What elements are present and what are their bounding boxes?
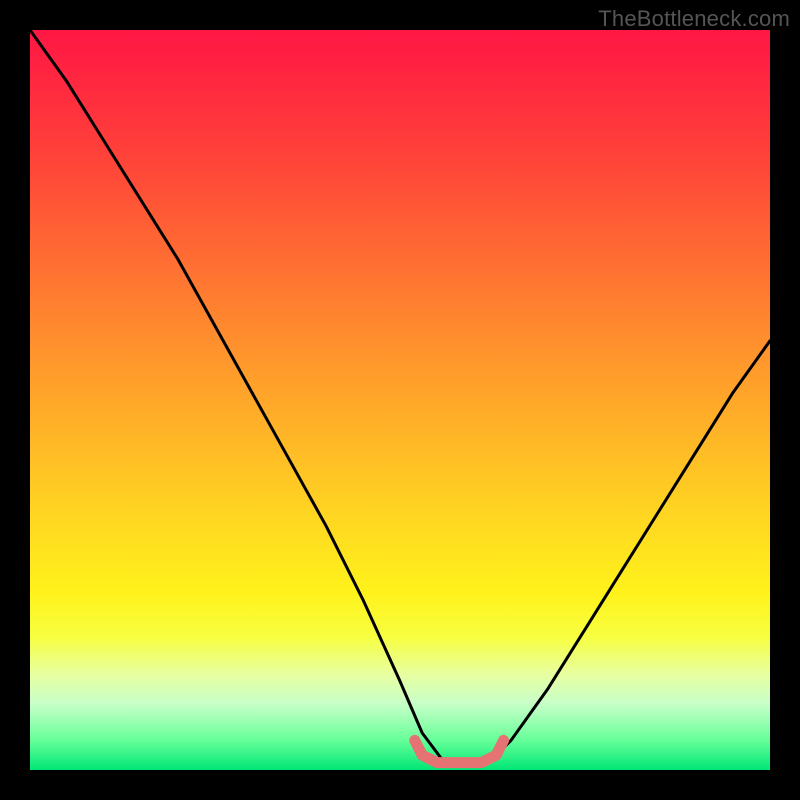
- chart-frame: TheBottleneck.com: [0, 0, 800, 800]
- bottleneck-curve: [30, 30, 770, 763]
- plot-area: [30, 30, 770, 770]
- watermark-label: TheBottleneck.com: [598, 6, 790, 32]
- curve-svg: [30, 30, 770, 770]
- sweet-spot-marker: [415, 740, 504, 762]
